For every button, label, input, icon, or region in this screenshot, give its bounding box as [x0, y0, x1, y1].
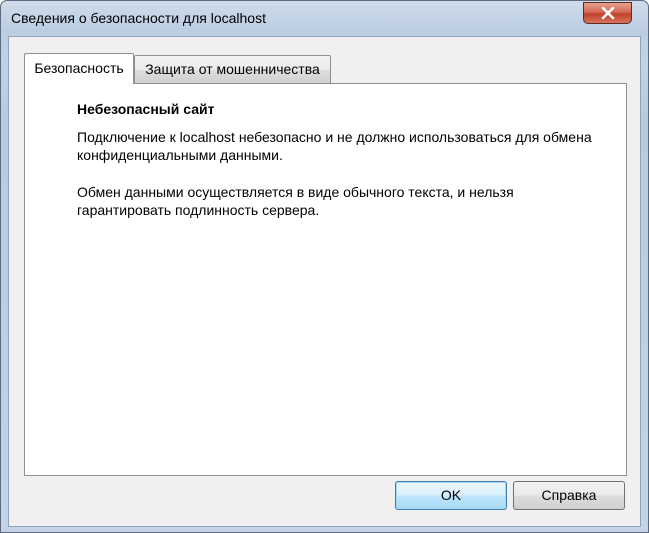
tab-fraud-protection[interactable]: Защита от мошенничества	[134, 55, 331, 84]
title-bar[interactable]: Сведения о безопасности для localhost	[1, 1, 648, 35]
dialog-client-area: Безопасность Защита от мошенничества Неб…	[8, 36, 641, 527]
security-paragraph-2: Обмен данными осуществляется в виде обыч…	[77, 184, 514, 218]
tab-fraud-protection-label: Защита от мошенничества	[145, 61, 320, 77]
window-title: Сведения о безопасности для localhost	[11, 10, 266, 26]
security-tab-panel: Небезопасный сайт Подключение к localhos…	[24, 83, 627, 476]
ok-button[interactable]: OK	[395, 481, 507, 510]
security-info-dialog: Сведения о безопасности для localhost Бе…	[0, 0, 649, 533]
security-paragraph-1: Подключение к localhost небезопасно и не…	[77, 129, 592, 163]
close-icon	[601, 7, 615, 20]
close-button[interactable]	[583, 2, 632, 24]
tab-security[interactable]: Безопасность	[24, 53, 134, 84]
help-button[interactable]: Справка	[513, 481, 625, 510]
security-heading: Небезопасный сайт	[77, 101, 215, 117]
tab-security-label: Безопасность	[34, 60, 124, 76]
